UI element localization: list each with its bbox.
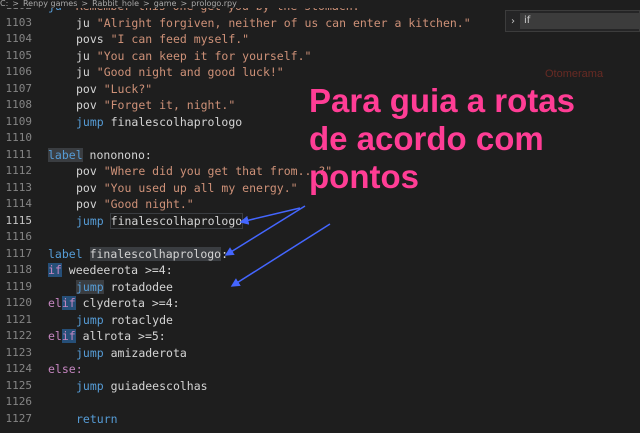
breadcrumb[interactable]: C: > Renpy games > Rabbit_hole > game > prologo.… <box>0 0 640 8</box>
breadcrumb-item[interactable]: C: <box>0 0 8 8</box>
find-widget[interactable]: › if <box>505 10 640 32</box>
breadcrumb-item[interactable]: prologo.rpy <box>191 0 237 8</box>
breadcrumb-item[interactable]: game <box>154 0 177 8</box>
breadcrumb-item[interactable]: Rabbit_hole <box>92 0 139 8</box>
breadcrumb-separator: > <box>143 0 150 8</box>
breadcrumb-item[interactable]: Renpy games <box>23 0 77 8</box>
arrow-to-rotadodee <box>230 223 331 287</box>
annotation-arrows <box>224 205 331 287</box>
breadcrumb-separator: > <box>81 0 89 8</box>
expand-replace-icon[interactable]: › <box>506 16 520 27</box>
breadcrumb-separator: > <box>180 0 188 8</box>
find-input[interactable]: if <box>520 13 639 29</box>
breadcrumb-separator: > <box>12 0 19 8</box>
